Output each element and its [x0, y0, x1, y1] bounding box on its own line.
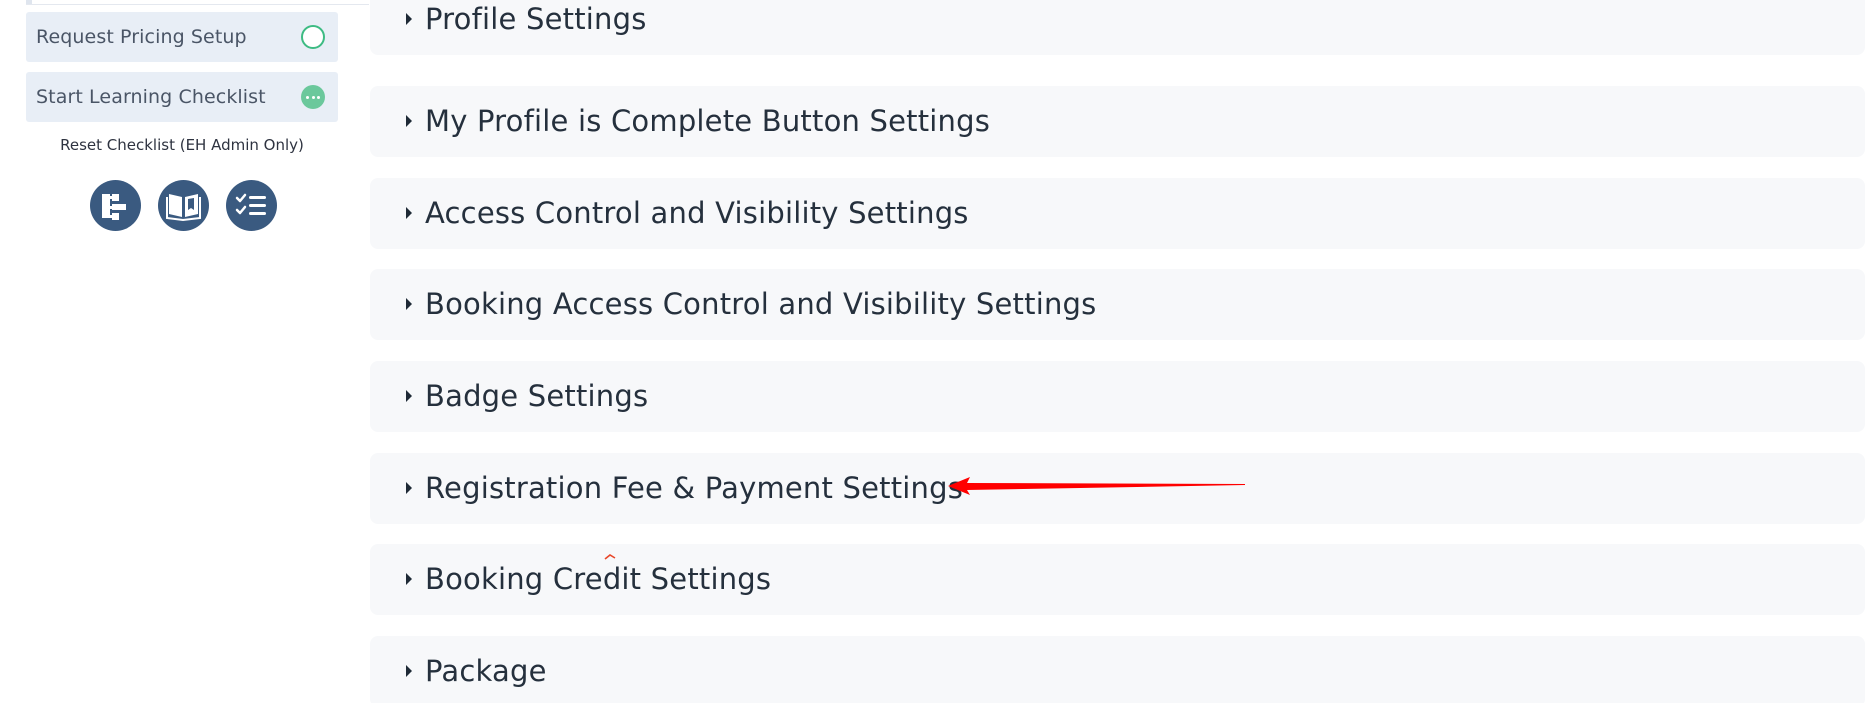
quick-icon-row — [90, 180, 277, 231]
accordion-badge-settings[interactable]: Badge Settings — [370, 361, 1865, 432]
caret-right-icon — [406, 390, 412, 402]
checklist-item-request-pricing[interactable]: Request Pricing Setup — [26, 12, 338, 62]
caret-right-icon — [406, 482, 412, 494]
annotation-mark-icon — [604, 554, 616, 560]
checklist-item-label: Start Learning Checklist — [36, 86, 266, 108]
caret-right-icon — [406, 115, 412, 127]
accordion-title: Access Control and Visibility Settings — [425, 196, 969, 230]
accordion-title: Badge Settings — [425, 379, 649, 413]
accordion-profile-settings[interactable]: Profile Settings — [370, 0, 1865, 55]
accordion-title: Package — [425, 654, 547, 688]
checklist-icon[interactable] — [226, 180, 277, 231]
checklist-item-start-learning[interactable]: Start Learning Checklist — [26, 72, 338, 122]
caret-right-icon — [406, 207, 412, 219]
accordion-package[interactable]: Package — [370, 636, 1865, 703]
book-open-icon[interactable] — [158, 180, 209, 231]
accordion-profile-complete-button-settings[interactable]: My Profile is Complete Button Settings — [370, 86, 1865, 157]
accordion-title: Profile Settings — [425, 2, 647, 36]
annotation-arrow-icon — [948, 477, 1245, 495]
accordion-booking-credit-settings[interactable]: Booking Credit Settings — [370, 544, 1865, 615]
ellipsis-circle-icon — [301, 85, 325, 109]
accordion-title: Booking Credit Settings — [425, 562, 772, 596]
accordion-booking-access-control-settings[interactable]: Booking Access Control and Visibility Se… — [370, 269, 1865, 340]
accordion-access-control-settings[interactable]: Access Control and Visibility Settings — [370, 178, 1865, 249]
caret-right-icon — [406, 665, 412, 677]
settings-page: Request Pricing Setup Start Learning Che… — [0, 0, 1866, 703]
sitemap-icon[interactable] — [90, 180, 141, 231]
reset-checklist-link[interactable]: Reset Checklist (EH Admin Only) — [26, 136, 338, 154]
accordion-title: My Profile is Complete Button Settings — [425, 104, 991, 138]
caret-right-icon — [406, 298, 412, 310]
empty-circle-icon — [301, 25, 325, 49]
checklist-item-label: Request Pricing Setup — [36, 26, 247, 48]
accordion-title: Registration Fee & Payment Settings — [425, 471, 964, 505]
caret-right-icon — [406, 573, 412, 585]
caret-right-icon — [406, 13, 412, 25]
sidebar-top-divider — [26, 0, 369, 5]
accordion-title: Booking Access Control and Visibility Se… — [425, 287, 1097, 321]
